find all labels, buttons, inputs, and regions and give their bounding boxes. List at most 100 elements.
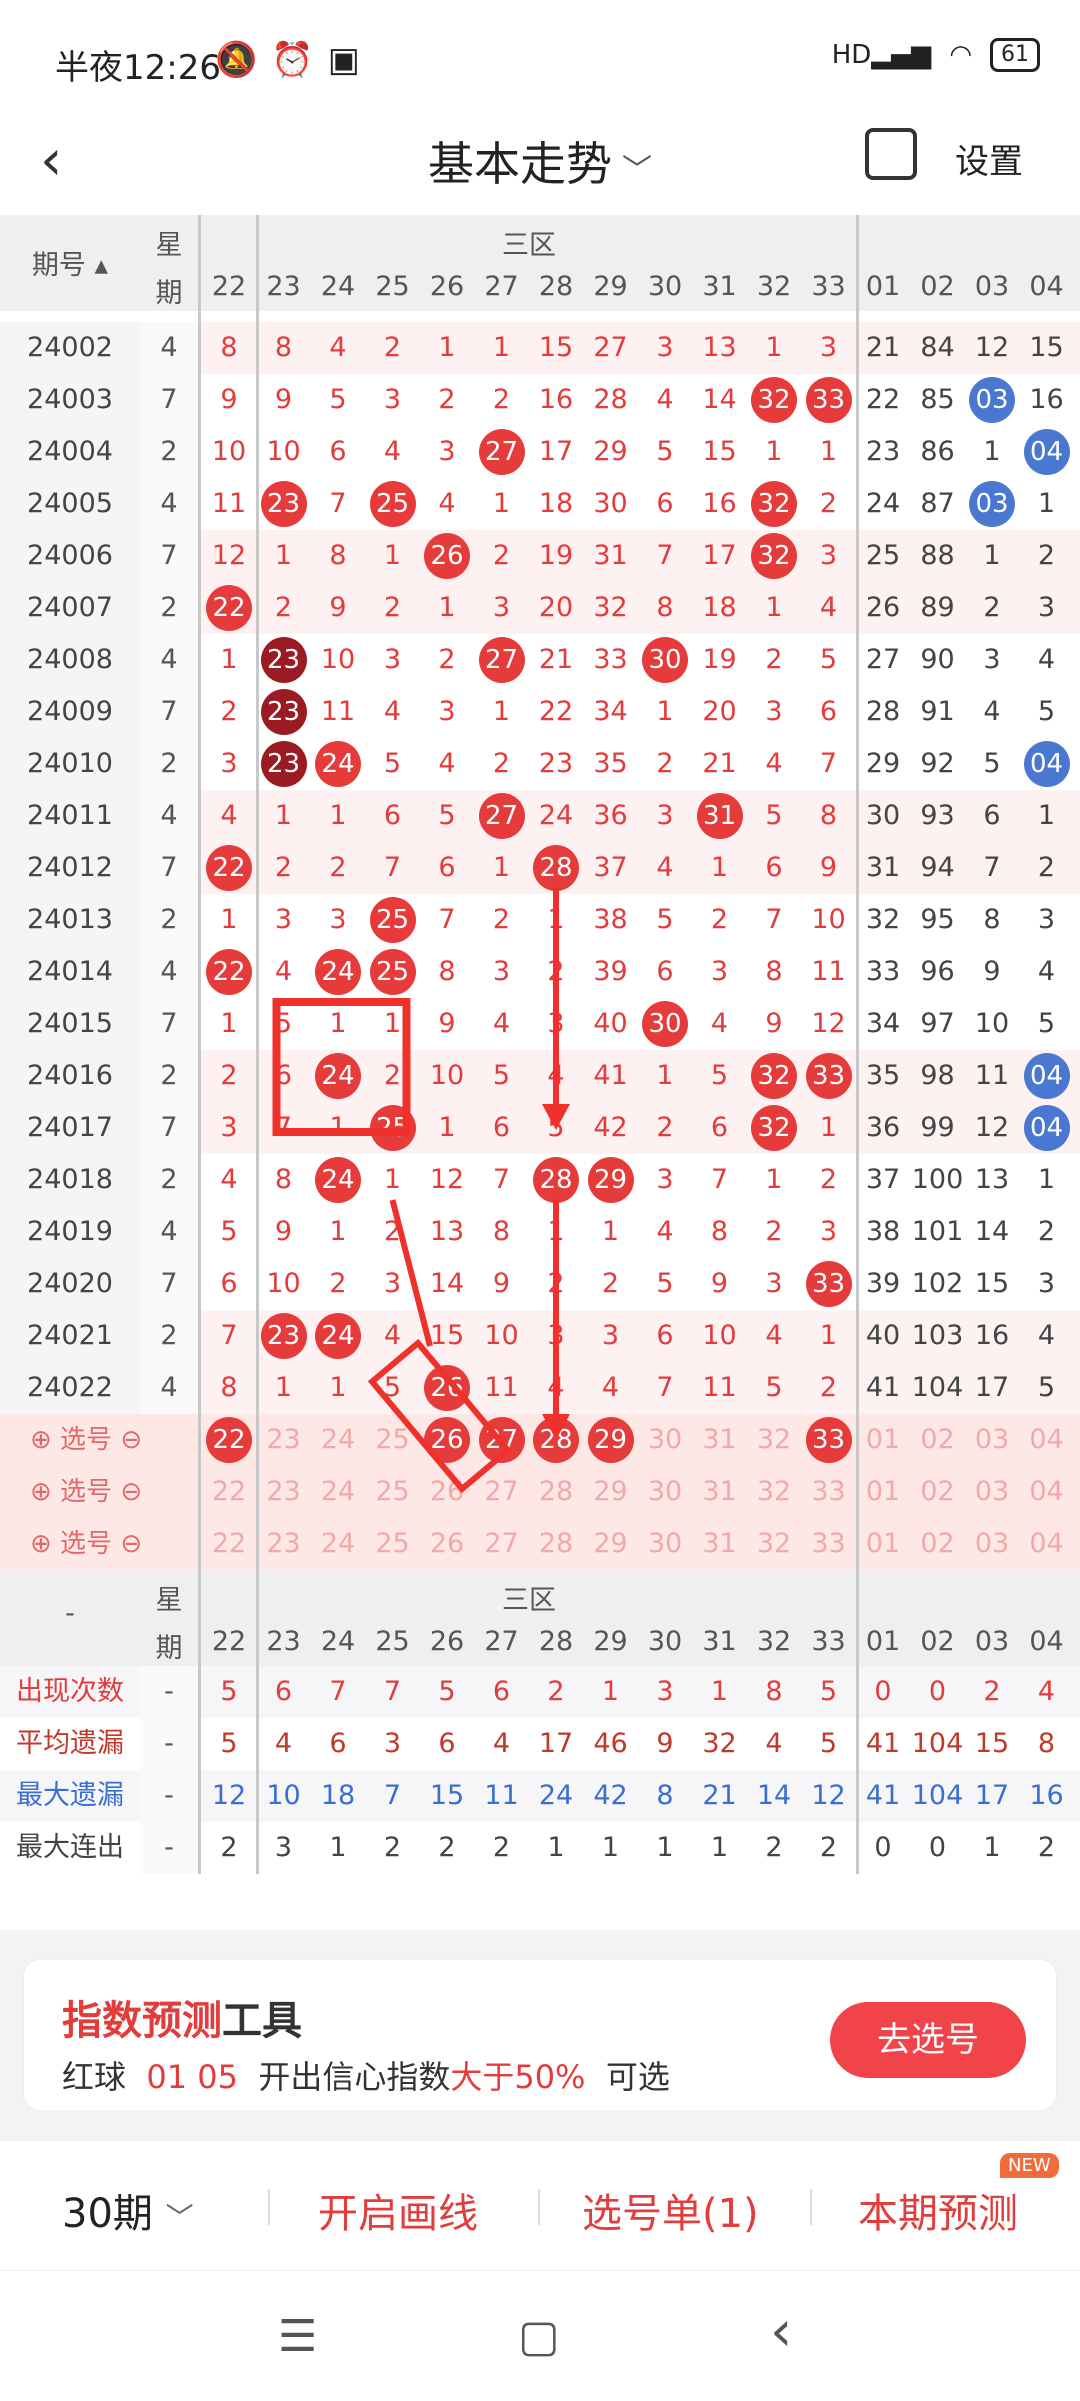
pick-cell[interactable]: 32 bbox=[747, 1518, 801, 1570]
pick-cell[interactable]: 24 bbox=[311, 1414, 365, 1466]
cell-value: 2 bbox=[329, 1268, 347, 1299]
pick-cell[interactable]: 32 bbox=[747, 1466, 801, 1518]
cell-value: 17 bbox=[974, 1372, 1010, 1403]
pick-cell[interactable]: 32 bbox=[747, 1414, 801, 1466]
pick-cell[interactable]: 04 bbox=[1020, 1466, 1074, 1518]
pick-cell[interactable]: 02 bbox=[911, 1414, 965, 1466]
pick-cell[interactable]: 22 bbox=[202, 1518, 256, 1570]
pick-cell[interactable]: 03 bbox=[965, 1466, 1019, 1518]
pick-label[interactable]: ⊕ 选号 ⊖ bbox=[30, 1466, 142, 1518]
pick-cell[interactable]: 24 bbox=[311, 1518, 365, 1570]
pick-cell[interactable]: 30 bbox=[638, 1466, 692, 1518]
pick-cell[interactable]: 31 bbox=[693, 1466, 747, 1518]
cell-value: 2 bbox=[656, 1112, 674, 1143]
pick-cell[interactable]: 02 bbox=[911, 1466, 965, 1518]
pick-cell[interactable]: 27 bbox=[475, 1518, 529, 1570]
stats-value: 2 bbox=[1037, 1832, 1056, 1863]
number-ball: 28 bbox=[533, 1157, 579, 1203]
pick-cell[interactable]: 01 bbox=[856, 1414, 910, 1466]
column-header: 30 bbox=[647, 1626, 683, 1657]
pick-cell[interactable]: 27 bbox=[475, 1414, 529, 1466]
pick-cell[interactable]: 01 bbox=[856, 1466, 910, 1518]
pick-cell[interactable]: 23 bbox=[257, 1466, 311, 1518]
column-divider bbox=[256, 215, 259, 1874]
status-icons-left: 🔕 ⏰ ▣ bbox=[215, 40, 360, 80]
pick-cell[interactable]: 31 bbox=[693, 1414, 747, 1466]
pick-cell[interactable]: 29 bbox=[584, 1466, 638, 1518]
cell-value: 16 bbox=[1029, 384, 1064, 415]
pick-cell[interactable]: 29 bbox=[584, 1518, 638, 1570]
pick-cell[interactable]: 24 bbox=[311, 1466, 365, 1518]
cell-value: 101 bbox=[911, 1216, 964, 1247]
pick-label[interactable]: ⊕ 选号 ⊖ bbox=[30, 1518, 142, 1570]
stats-value: 6 bbox=[329, 1728, 347, 1759]
pick-cell[interactable]: 26 bbox=[420, 1466, 474, 1518]
settings-button[interactable]: 设置 bbox=[955, 134, 1023, 183]
pick-cell[interactable]: 26 bbox=[420, 1518, 474, 1570]
home-icon[interactable]: ▢ bbox=[518, 2311, 560, 2362]
pick-cell[interactable]: 25 bbox=[366, 1466, 420, 1518]
pick-list-button[interactable]: 选号单(1) bbox=[582, 2181, 759, 2239]
column-header: 25 bbox=[375, 271, 410, 302]
cell-value: 86 bbox=[920, 436, 955, 467]
bottom-toolbar: 30期 ﹀ 开启画线 选号单(1) 本期预测 NEW bbox=[0, 2140, 1080, 2271]
stats-value: 5 bbox=[819, 1728, 838, 1759]
picked-ball[interactable]: 22 bbox=[206, 1417, 252, 1463]
period-selector[interactable]: 30期 ﹀ bbox=[62, 2181, 194, 2239]
cell-value: 1 bbox=[220, 1008, 238, 1039]
cell-value: 3 bbox=[983, 644, 1001, 675]
cell-value: 4 bbox=[220, 1164, 238, 1195]
pick-cell[interactable]: 27 bbox=[475, 1466, 529, 1518]
cell-value: 15 bbox=[702, 436, 737, 467]
stats-value: 5 bbox=[220, 1728, 238, 1759]
pick-cell[interactable]: 28 bbox=[529, 1414, 583, 1466]
picked-ball[interactable]: 33 bbox=[805, 1417, 852, 1463]
picked-ball[interactable]: 28 bbox=[533, 1417, 579, 1463]
cell-value: 14 bbox=[974, 1216, 1010, 1247]
pick-cell[interactable]: 31 bbox=[693, 1518, 747, 1570]
app-header: ‹ 基本走势 ﹀ 设置 bbox=[0, 120, 1080, 210]
pick-cell[interactable]: 22 bbox=[202, 1466, 256, 1518]
go-pick-button[interactable]: 去选号 bbox=[830, 2002, 1026, 2078]
pick-cell[interactable]: 33 bbox=[802, 1466, 856, 1518]
table-row: 24018 2 4 8 24 1 12 7 28 29 3 7 1 2 37 100 13 1 bbox=[0, 1154, 1080, 1206]
pick-cell[interactable]: 33 bbox=[802, 1414, 856, 1466]
cell-value: 5 bbox=[220, 1216, 238, 1247]
cell-value: 1 bbox=[656, 696, 674, 727]
pick-cell[interactable]: 25 bbox=[366, 1414, 420, 1466]
pick-cell[interactable]: 26 bbox=[420, 1414, 474, 1466]
picked-ball[interactable]: 29 bbox=[587, 1417, 634, 1463]
pick-cell[interactable]: 28 bbox=[529, 1466, 583, 1518]
page-title[interactable]: 基本走势 ﹀ bbox=[0, 128, 1080, 194]
pick-cell[interactable]: 29 bbox=[584, 1414, 638, 1466]
menu-icon[interactable]: ☰ bbox=[278, 2311, 317, 2362]
issue-header[interactable]: 期号 ▴ bbox=[0, 243, 140, 282]
back-nav-icon[interactable]: ‹ bbox=[770, 2299, 792, 2364]
stats-value: 6 bbox=[492, 1676, 511, 1707]
pick-cell[interactable]: 28 bbox=[529, 1518, 583, 1570]
pick-cell[interactable]: 30 bbox=[638, 1414, 692, 1466]
picked-ball[interactable]: 26 bbox=[424, 1417, 470, 1463]
pick-cell[interactable]: 01 bbox=[856, 1518, 910, 1570]
pick-cell[interactable]: 03 bbox=[965, 1414, 1019, 1466]
share-icon[interactable] bbox=[865, 128, 917, 180]
pick-cell[interactable]: 22 bbox=[202, 1414, 256, 1466]
picked-ball[interactable]: 27 bbox=[478, 1417, 525, 1463]
current-prediction-button[interactable]: 本期预测 bbox=[858, 2181, 1018, 2239]
pick-cell[interactable]: 03 bbox=[965, 1518, 1019, 1570]
table-row: 24009 7 2 23 11 4 3 1 22 34 1 20 3 6 28 91 4 5 bbox=[0, 686, 1080, 738]
pick-cell[interactable]: 23 bbox=[257, 1414, 311, 1466]
cell-value: 9 bbox=[329, 592, 347, 623]
pick-cell[interactable]: 04 bbox=[1020, 1414, 1074, 1466]
pick-cell[interactable]: 33 bbox=[802, 1518, 856, 1570]
pick-cell[interactable]: 02 bbox=[911, 1518, 965, 1570]
pick-cell[interactable]: 30 bbox=[638, 1518, 692, 1570]
pick-cell[interactable]: 23 bbox=[257, 1518, 311, 1570]
pick-cell[interactable]: 25 bbox=[366, 1518, 420, 1570]
draw-line-button[interactable]: 开启画线 bbox=[318, 2181, 478, 2239]
pick-cell[interactable]: 04 bbox=[1020, 1518, 1074, 1570]
cell-value: 32 bbox=[747, 1102, 801, 1154]
issue-number: 24021 bbox=[0, 1310, 140, 1362]
pick-label[interactable]: ⊕ 选号 ⊖ bbox=[30, 1414, 142, 1466]
stats-value: 1 bbox=[547, 1832, 565, 1863]
